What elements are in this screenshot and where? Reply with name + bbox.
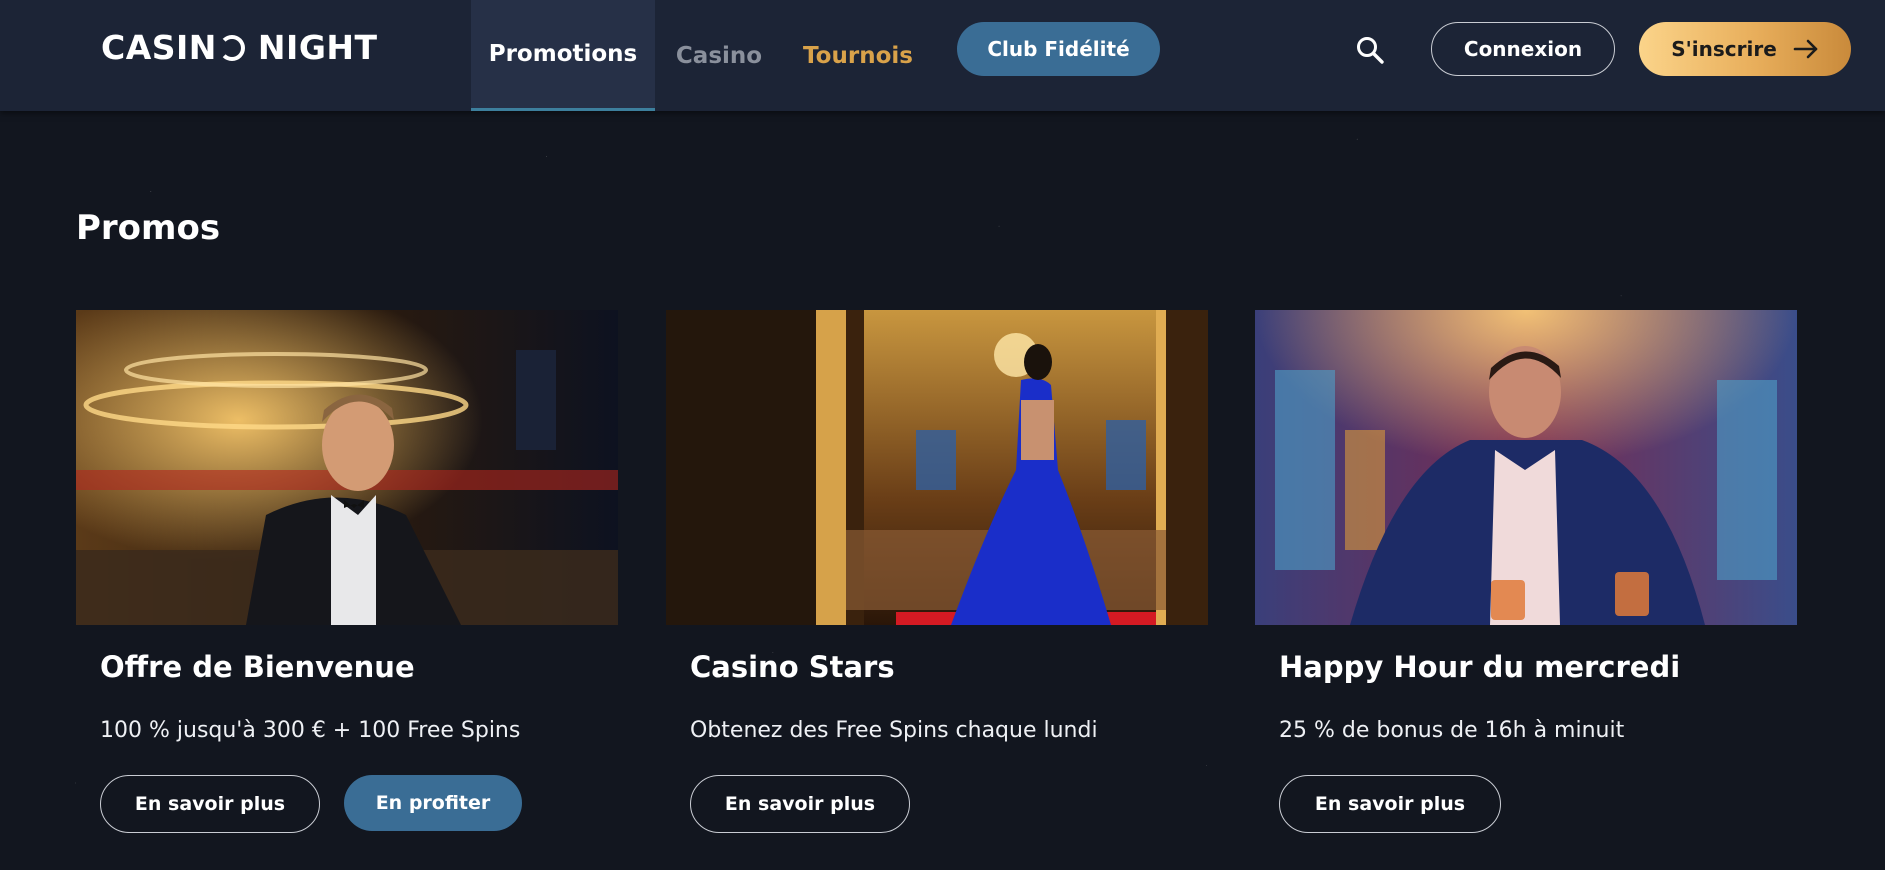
casino-night-logo[interactable]: CASIN NIGHT [101, 28, 378, 67]
card-title: Offre de Bienvenue [100, 650, 415, 684]
logo-text-casino: CASIN [101, 28, 217, 67]
signup-button[interactable]: S'inscrire [1639, 22, 1851, 76]
promo-card-casino-stars: Casino Stars Obtenez des Free Spins chaq… [666, 310, 1208, 833]
search-icon[interactable] [1355, 35, 1385, 65]
promo-image-welcome[interactable] [76, 310, 618, 625]
signup-button-label: S'inscrire [1671, 37, 1777, 61]
nav-promotions[interactable]: Promotions [471, 0, 655, 111]
card-title: Casino Stars [690, 650, 895, 684]
learn-more-button[interactable]: En savoir plus [1279, 775, 1501, 833]
promo-card-happy-hour: Happy Hour du mercredi 25 % de bonus de … [1255, 310, 1797, 833]
card-description: Obtenez des Free Spins chaque lundi [690, 718, 1098, 743]
card-title: Happy Hour du mercredi [1279, 650, 1681, 684]
promo-card-welcome: Offre de Bienvenue 100 % jusqu'à 300 € +… [76, 310, 618, 833]
promo-image-casino-stars[interactable] [666, 310, 1208, 625]
crescent-moon-icon [218, 35, 245, 61]
arrow-right-icon [1793, 39, 1818, 59]
nav-tournois[interactable]: Tournois [796, 0, 920, 111]
club-fidelite-button[interactable]: Club Fidélité [957, 22, 1160, 76]
claim-offer-button[interactable]: En profiter [344, 775, 522, 831]
promo-image-happy-hour[interactable] [1255, 310, 1797, 625]
logo-text-night: NIGHT [257, 28, 378, 67]
learn-more-button[interactable]: En savoir plus [690, 775, 910, 833]
site-header: CASIN NIGHT Promotions Casino Tournois C… [0, 0, 1885, 111]
card-description: 25 % de bonus de 16h à minuit [1279, 718, 1625, 743]
card-description: 100 % jusqu'à 300 € + 100 Free Spins [100, 718, 521, 743]
page-title: Promos [76, 208, 221, 248]
login-button[interactable]: Connexion [1431, 22, 1615, 76]
learn-more-button[interactable]: En savoir plus [100, 775, 320, 833]
nav-casino[interactable]: Casino [668, 0, 770, 111]
